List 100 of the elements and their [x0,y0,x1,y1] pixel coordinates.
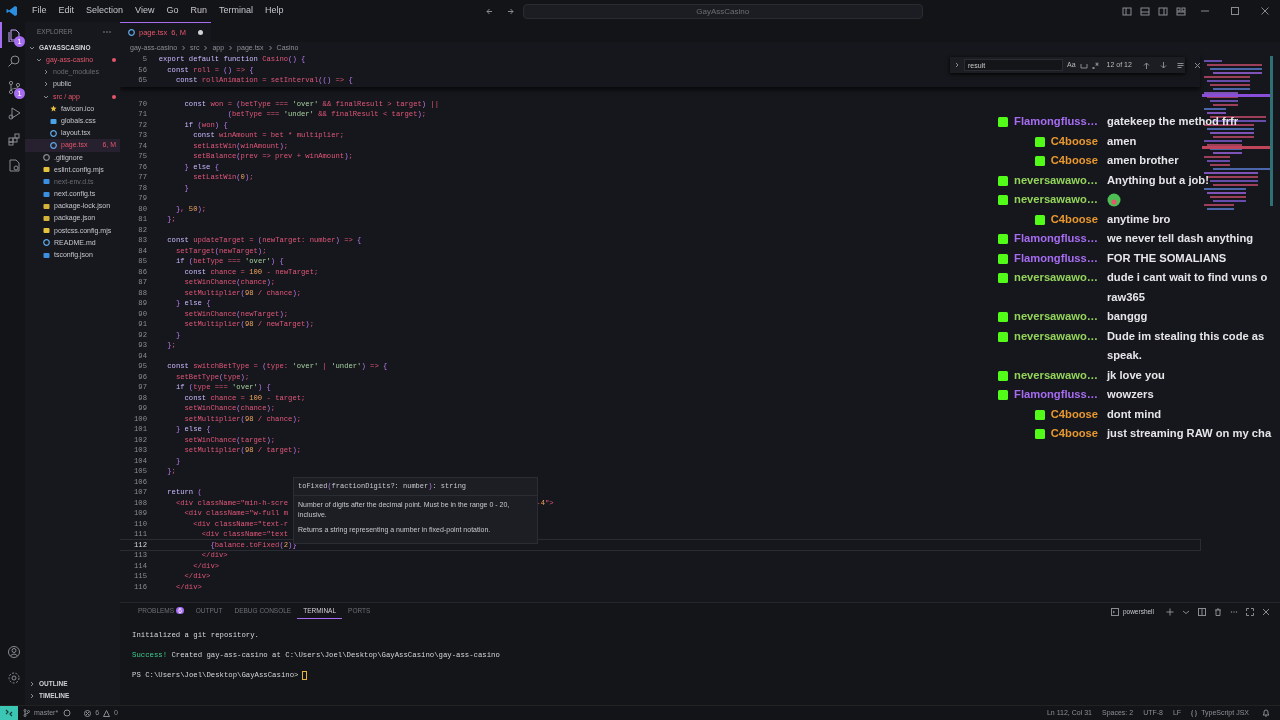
braces-icon [1191,709,1198,717]
chevron-right-icon [181,45,187,51]
username: C4boose [1050,426,1098,441]
chat-badge-icon [1034,156,1045,166]
chat-badge-icon [998,195,1009,205]
chat-message: dude i cant wait to find vuns o [1107,270,1268,285]
maximize-icon[interactable] [1246,608,1254,616]
chat-badge-icon [998,253,1009,264]
trash-icon[interactable] [1214,608,1222,616]
whole-word-icon[interactable] [1079,61,1088,69]
back-arrow-icon[interactable] [484,6,494,16]
menu-item[interactable]: Selection [80,4,130,18]
app-logo-icon [6,5,18,17]
remote-button[interactable] [0,706,18,720]
sync-icon[interactable] [63,709,72,717]
plus-icon[interactable] [1166,608,1174,616]
chat-badge-icon [998,234,1009,244]
chat-message: amen brother [1107,153,1179,168]
unsaved-dot [197,30,203,35]
chat-message: Anything but a job! [1107,172,1209,188]
menu-item[interactable]: Terminal [212,4,259,18]
chat-message: anytime bro [1107,211,1171,227]
notification-badge: 1 [14,88,25,99]
chevron-down-icon [43,93,49,100]
file-icon [50,105,57,113]
chat-message: banggg [1107,309,1148,324]
modified-dot [112,58,116,63]
chat-badge-icon [1034,136,1045,147]
close-icon[interactable] [1193,61,1201,69]
chevron-right-icon [203,45,209,51]
up-arrow-icon[interactable] [1142,61,1150,69]
chat-message: Dude im stealing this code as [1107,328,1265,344]
forward-arrow-icon[interactable] [505,6,515,16]
chat-badge-icon [1034,214,1045,225]
bell-icon[interactable] [1262,709,1270,717]
chat-badge-icon [1034,429,1045,439]
chat-badge-icon [998,273,1009,283]
close-icon[interactable] [1260,6,1270,16]
maximize-icon[interactable] [1230,6,1240,16]
menu-item[interactable]: Go [160,4,185,18]
chat-message: just streaming RAW on my cha [1107,426,1272,441]
chat-message: FOR THE SOMALIANS [1107,250,1227,266]
username: neversawawo… [1014,328,1098,344]
menu-item[interactable]: Help [258,4,290,18]
document-gear-icon[interactable] [6,158,21,172]
more-icon[interactable] [1230,608,1238,616]
panel-icon[interactable] [1158,6,1168,16]
username: C4boose [1050,133,1098,149]
warning-icon [103,709,111,717]
chevron-right-icon [267,45,273,51]
username: neversawawo… [1014,172,1098,188]
selection-icon[interactable] [1176,61,1184,69]
chat-badge-icon [998,175,1009,186]
menu-item[interactable]: Run [184,4,213,18]
chat-message: amen [1107,133,1137,149]
chat-message: we never tell dash anything [1107,231,1254,246]
username: Flamongfluss… [1014,387,1098,402]
notification-badge: 1 [14,36,25,47]
close-icon[interactable] [1262,608,1270,616]
branch-icon[interactable] [6,80,21,94]
remote-icon [5,709,13,717]
username: Flamongfluss… [1014,231,1098,246]
branch-icon [23,709,30,717]
down-arrow-icon[interactable] [1159,61,1167,69]
account-icon[interactable] [6,645,21,659]
blocks-icon[interactable] [6,132,21,146]
menu-item[interactable]: View [129,4,161,18]
chevron-right-icon[interactable] [954,62,960,68]
error-icon [84,709,92,717]
emoji-icon [1107,193,1121,207]
menu-item[interactable]: File [26,4,53,18]
username: Flamongfluss… [1014,114,1098,129]
layout-icon[interactable] [1122,6,1132,16]
chevron-down-icon[interactable] [1182,608,1190,616]
username: C4boose [1050,406,1098,422]
chat-message: raw365 [1107,289,1146,305]
chat-message: jk love you [1107,367,1165,383]
split-icon[interactable] [1198,608,1206,616]
username: C4boose [1050,211,1098,227]
chat-message: wowzers [1107,387,1154,402]
customize-layout-icon[interactable] [1176,6,1186,16]
chat-badge-icon [998,312,1009,322]
chevron-right-icon [228,45,234,51]
search-icon[interactable] [6,54,21,68]
settings-icon[interactable] [6,671,21,685]
terminal-icon [1110,608,1119,616]
username: neversawawo… [1014,270,1098,285]
modified-dot [112,94,116,99]
chat-badge-icon [998,331,1009,342]
username: neversawawo… [1014,309,1098,324]
username: neversawawo… [1014,367,1098,383]
react-file-icon [128,29,135,36]
username: neversawawo… [1014,192,1098,207]
sidebar-icon[interactable] [1140,6,1150,16]
menu-item[interactable]: Edit [52,4,81,18]
chat-badge-icon [1034,409,1045,420]
chat-message: dont mind [1107,406,1162,422]
play-bug-icon[interactable] [6,106,21,120]
files-icon[interactable] [6,28,21,42]
regex-icon[interactable] [1091,61,1099,69]
